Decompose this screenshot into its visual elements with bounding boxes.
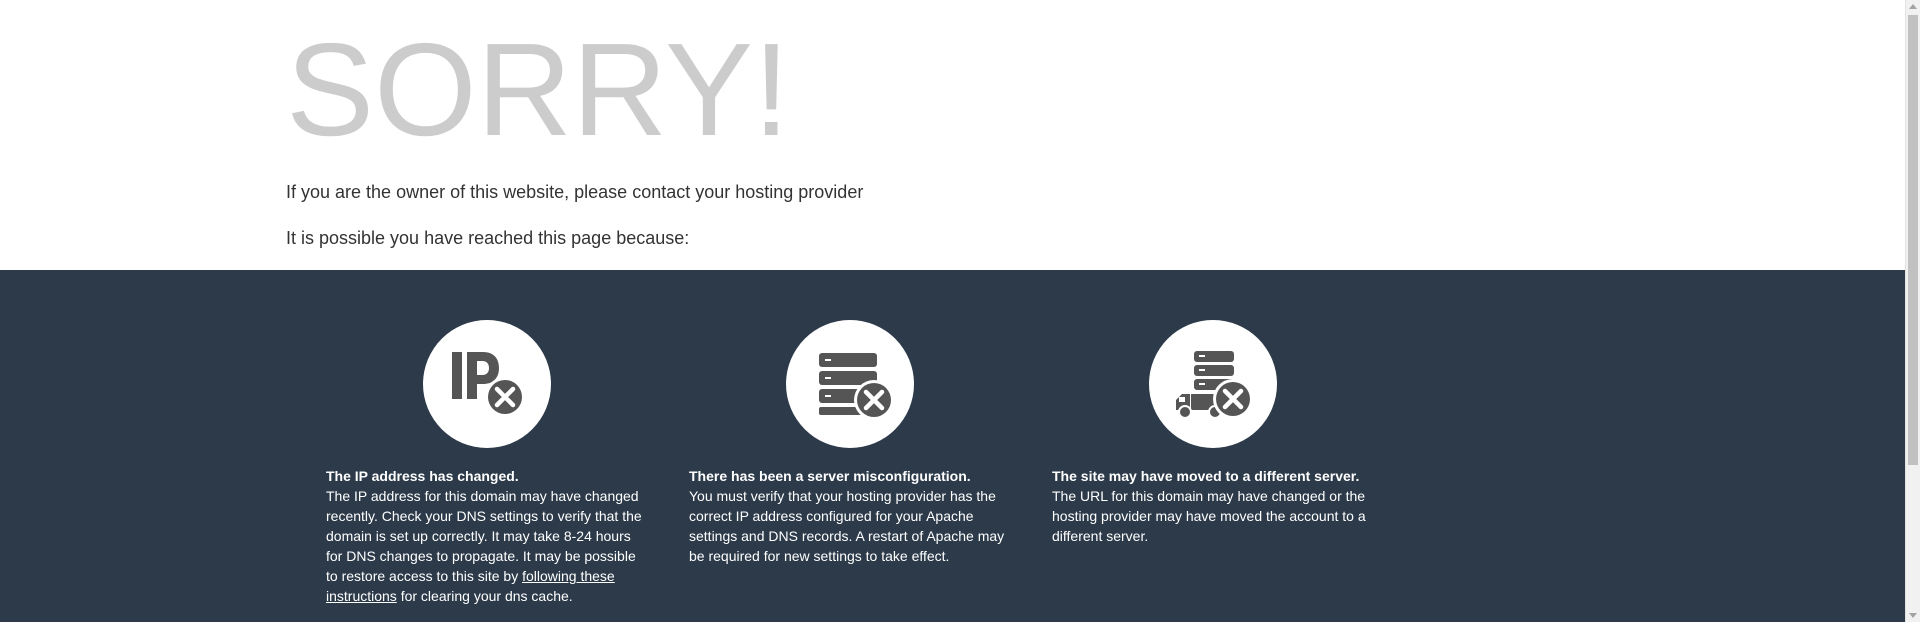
- reason-server-misconfiguration: There has been a server misconfiguration…: [689, 320, 1011, 566]
- scroll-up-icon[interactable]: [1909, 4, 1917, 9]
- header-section: SORRY! If you are the owner of this webs…: [0, 0, 1920, 270]
- scrollbar-thumb[interactable]: [1908, 15, 1918, 465]
- server-moved-icon: [1149, 320, 1277, 448]
- possible-reasons-intro: It is possible you have reached this pag…: [286, 228, 690, 248]
- server-error-icon: [786, 320, 914, 448]
- reason-title: The IP address has changed.: [326, 468, 519, 484]
- page-title: SORRY!: [286, 16, 790, 163]
- reason-body-suffix: for clearing your dns cache.: [396, 588, 573, 604]
- scroll-down-icon[interactable]: [1909, 613, 1917, 618]
- reason-body: The IP address for this domain may have …: [326, 486, 648, 606]
- owner-message: If you are the owner of this website, pl…: [286, 182, 864, 202]
- reason-body: You must verify that your hosting provid…: [689, 488, 1005, 564]
- ip-error-icon: [423, 320, 551, 448]
- reason-title: There has been a server misconfiguration…: [689, 468, 971, 484]
- reason-title: The site may have moved to a different s…: [1052, 468, 1360, 484]
- vertical-scrollbar[interactable]: [1905, 0, 1920, 622]
- reason-body: The URL for this domain may have changed…: [1052, 488, 1366, 544]
- reason-server-moved: The site may have moved to a different s…: [1052, 320, 1374, 546]
- page: SORRY! If you are the owner of this webs…: [0, 0, 1920, 622]
- reason-ip-changed: The IP address has changed. The IP addre…: [326, 320, 648, 606]
- reasons-section: The IP address has changed. The IP addre…: [0, 270, 1920, 622]
